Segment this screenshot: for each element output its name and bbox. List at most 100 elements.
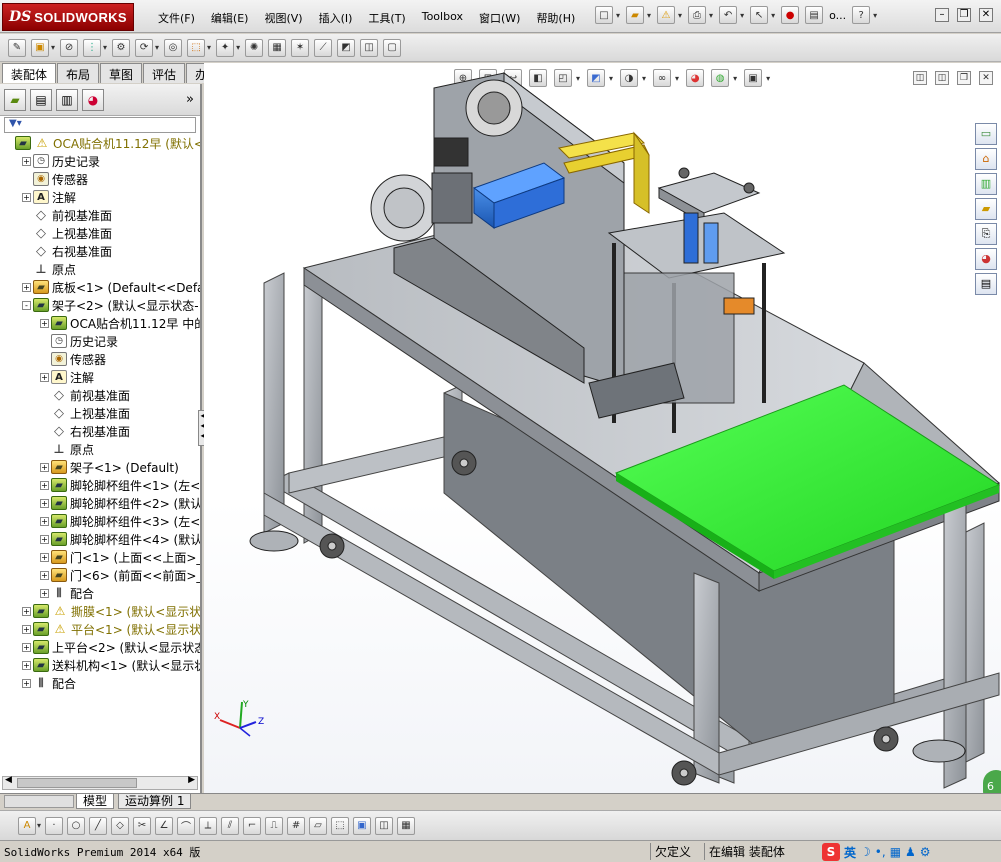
expand-icon[interactable]: +	[22, 282, 31, 292]
tree-item[interactable]: +▰门<6> (前面<<前面>_外观	[0, 566, 200, 584]
tree-item[interactable]: + ▰ 架子<1> (Default)	[0, 458, 200, 476]
tree-item[interactable]: ⊥ 原点	[0, 440, 200, 458]
tree-item[interactable]: +▰上平台<2> (默认<显示状态-1	[0, 638, 200, 656]
help-icon[interactable]: ?	[852, 6, 871, 24]
menu-tools[interactable]: 工具(T)	[360, 10, 413, 26]
line-icon[interactable]: ╱	[89, 816, 108, 835]
tree-item[interactable]: +▰脚轮脚杯组件<2> (默认<显	[0, 494, 200, 512]
tree-item[interactable]: +▰送料机构<1> (默认<显示状态	[0, 656, 200, 674]
insert-dropdown-icon[interactable]: ▾	[51, 43, 55, 52]
pattern-dropdown-icon[interactable]: ▾	[103, 43, 107, 52]
instant3d-icon[interactable]: ▢	[383, 38, 402, 57]
interference-detection-icon[interactable]: ◩	[337, 38, 356, 57]
expand-icon[interactable]: +	[40, 498, 49, 508]
ime-settings-icon[interactable]: ⚙	[920, 845, 931, 859]
tab-motion-study[interactable]: 运动算例 1	[118, 794, 192, 809]
ime-moon-icon[interactable]: ☽	[860, 845, 871, 859]
tree-item[interactable]: + ⦀ 配合	[0, 674, 200, 692]
custom-properties-icon[interactable]: ▤	[975, 273, 997, 295]
new-motion-study-icon[interactable]: ✺	[245, 38, 264, 57]
clearance-verification-icon[interactable]: ◫	[360, 38, 379, 57]
solidworks-logo[interactable]: DS SOLIDWORKS	[2, 3, 134, 31]
insert-components-icon[interactable]: ▣	[31, 38, 49, 57]
menu-edit[interactable]: 编辑(E)	[203, 10, 257, 26]
tree-item[interactable]: +▰门<1> (上面<<上面>_外观	[0, 548, 200, 566]
expand-icon[interactable]: +	[40, 552, 49, 562]
collapse-icon[interactable]: -	[22, 300, 31, 310]
expand-icon[interactable]: +	[22, 192, 31, 202]
menu-insert[interactable]: 插入(I)	[311, 10, 361, 26]
plane-icon[interactable]: ▱	[309, 816, 328, 835]
traffic-light-icon[interactable]: ●	[781, 6, 800, 24]
expand-icon[interactable]: +	[40, 462, 49, 472]
tab-sketch[interactable]: 草图	[100, 63, 143, 83]
exploded-view-icon[interactable]: ✶	[291, 38, 310, 57]
table-icon[interactable]: ▦	[397, 816, 416, 835]
reference-dropdown-icon[interactable]: ▾	[236, 43, 240, 52]
open-folder-icon[interactable]: ▰	[626, 6, 645, 24]
mirror-icon[interactable]: ⎍	[265, 816, 284, 835]
tree-item[interactable]: +▰底板<1> (Default<<Default>	[0, 278, 200, 296]
tab-model[interactable]: 模型	[76, 794, 115, 809]
sogou-ime-icon[interactable]: S	[822, 843, 840, 861]
display-manager-tab-icon[interactable]: ◕	[82, 88, 104, 111]
annotation-dropdown-icon[interactable]: ▾	[37, 821, 41, 830]
rebuild-dropdown-icon[interactable]: ▾	[678, 11, 682, 20]
tab-evaluate[interactable]: 评估	[143, 63, 186, 83]
move-component-icon[interactable]: ⟳	[135, 38, 154, 57]
expand-icon[interactable]: +	[40, 516, 49, 526]
mate-icon[interactable]: ⊘	[60, 38, 79, 57]
expand-icon[interactable]: +	[40, 570, 49, 580]
tab-navigation-arrows[interactable]	[4, 795, 74, 808]
select-dropdown-icon[interactable]: ▾	[771, 11, 775, 20]
tree-item[interactable]: ◇ 上视基准面	[0, 404, 200, 422]
menu-view[interactable]: 视图(V)	[256, 10, 310, 26]
assembly-features-icon[interactable]: ⬚	[187, 38, 206, 57]
file-explorer-icon[interactable]: ▰	[975, 198, 997, 220]
tree-horizontal-scrollbar[interactable]: ◀ ▶	[2, 775, 198, 790]
view-palette-icon[interactable]: ⎘	[975, 223, 997, 245]
tree-item[interactable]: ◇ 前视基准面	[0, 206, 200, 224]
bill-of-materials-icon[interactable]: ▦	[268, 38, 287, 57]
tab-layout[interactable]: 布局	[57, 63, 100, 83]
expand-icon[interactable]: +	[22, 642, 31, 652]
linear-pattern-icon[interactable]: ⋮	[83, 38, 102, 57]
annotation-icon[interactable]: A	[18, 816, 36, 835]
corner-icon[interactable]: ⌐	[243, 816, 262, 835]
configuration-manager-tab-icon[interactable]: ▥	[56, 88, 78, 111]
tree-item[interactable]: ⊥ 原点	[0, 260, 200, 278]
menu-toolbox[interactable]: Toolbox	[414, 10, 471, 26]
tree-item[interactable]: ◇ 右视基准面	[0, 242, 200, 260]
arc-icon[interactable]: ⌒	[177, 816, 196, 835]
feature-manager-tab-icon[interactable]: ▰	[4, 88, 26, 111]
new-dropdown-icon[interactable]: ▾	[616, 11, 620, 20]
tree-item[interactable]: ◉ 传感器	[0, 350, 200, 368]
input-method-bar[interactable]: S 英 ☽ •, ▦ ♟ ⚙	[822, 843, 931, 861]
tree-filter[interactable]: ▼▾	[4, 117, 196, 133]
expand-icon[interactable]: +	[22, 678, 31, 688]
expand-icon[interactable]: +	[40, 588, 49, 598]
search-field[interactable]: o...	[829, 9, 846, 22]
restore-icon[interactable]: ❐	[957, 8, 971, 22]
undo-dropdown-icon[interactable]: ▾	[740, 11, 744, 20]
angle-icon[interactable]: ∠	[155, 816, 174, 835]
reference-geometry-icon[interactable]: ✦	[216, 38, 235, 57]
tree-item[interactable]: + A 注解	[0, 368, 200, 386]
expand-icon[interactable]: +	[40, 480, 49, 490]
task-pane-round-button[interactable]: 6	[983, 770, 1001, 793]
ime-user-icon[interactable]: ♟	[905, 845, 916, 859]
graphics-area[interactable]: ⊕ ⊞ ↩ ◧ ◰▾ ◩▾ ◑▾ ∞▾ ◕ ◍▾ ▣▾ ◫ ◫ ❐ ✕	[204, 63, 1001, 793]
undo-icon[interactable]: ↶	[719, 6, 738, 24]
open-dropdown-icon[interactable]: ▾	[647, 11, 651, 20]
box-icon[interactable]: ⬚	[331, 816, 350, 835]
print-dropdown-icon[interactable]: ▾	[709, 11, 713, 20]
tree-item[interactable]: +▰OCA贴合机11.12早 中的配	[0, 314, 200, 332]
expand-icon[interactable]: +	[40, 372, 49, 382]
tree-item[interactable]: ◷ 历史记录	[0, 332, 200, 350]
tree-item[interactable]: +▰脚轮脚杯组件<4> (默认<显	[0, 530, 200, 548]
rebuild-warning-icon[interactable]: ⚠	[657, 6, 676, 24]
camera-icon[interactable]: ◫	[375, 816, 394, 835]
scroll-right-icon[interactable]: ▶	[188, 775, 195, 785]
tree-item[interactable]: + ⦀ 配合	[0, 584, 200, 602]
solidworks-resources-icon[interactable]: ▭	[975, 123, 997, 145]
